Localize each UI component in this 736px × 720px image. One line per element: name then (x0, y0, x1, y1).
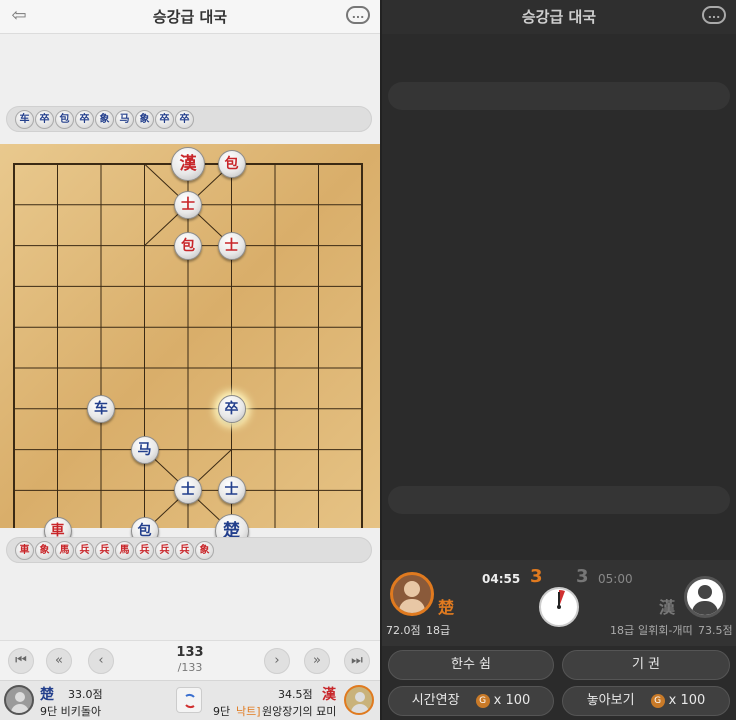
bottom-captured-piece: 兵 (175, 541, 194, 560)
player1-name: 9단 비키돌아 (40, 705, 102, 718)
top-captured-piece: 象 (135, 110, 154, 129)
player1-avatar[interactable] (4, 685, 34, 715)
time-extend-cost: x 100 (493, 693, 531, 708)
red-piece[interactable]: 士 (217, 231, 246, 260)
next-move-button[interactable]: › (264, 648, 290, 674)
move-current: 133 (176, 645, 204, 660)
pass-turn-button[interactable]: 한수 쉼 (388, 650, 554, 680)
left-panel: ⇦ 승강급 대국 ... 车卒包卒象马象卒卒 漢包士包士车卒马士士車包楚 車象馬… (0, 0, 380, 720)
player1-score: 33.0점 (68, 688, 103, 701)
place-try-cost: x 100 (668, 693, 706, 708)
player2-tag: 낙트] (236, 705, 261, 718)
fast-back-button[interactable]: « (46, 648, 72, 674)
last-move-button[interactable]: ⏭ (344, 648, 370, 674)
top-captured-piece: 卒 (35, 110, 54, 129)
blue-piece[interactable]: 卒 (217, 394, 246, 423)
time-extend-label: 시간연장 (411, 693, 460, 708)
bottom-captured-piece: 車 (15, 541, 34, 560)
top-captured-piece: 卒 (175, 110, 194, 129)
bottom-captured-piece: 兵 (75, 541, 94, 560)
blue-piece[interactable]: 士 (217, 476, 246, 505)
my-score: 72.0점 (386, 624, 421, 637)
pass-turn-label: 한수 쉼 (450, 657, 491, 672)
right-panel: 승강급 대국 ... 車馬象士士馬象車漢包包兵兵兵兵兵卒卒卒卒卒包包楚车马象士士… (382, 0, 736, 720)
red-piece[interactable]: 士 (174, 190, 202, 219)
coin-icon: G (650, 693, 665, 708)
timer-area: 楚 72.0점 18급 04:55 3 3 05:00 漢 18급 일휘회-개띠… (382, 560, 736, 646)
opp-time: 05:00 (598, 572, 633, 586)
my-avatar[interactable] (390, 572, 434, 616)
opp-rank: 18급 (610, 624, 635, 637)
top-bar: 승강급 대국 ... (382, 0, 736, 34)
player2-score: 34.5점 (278, 688, 313, 701)
player2-avatar[interactable] (344, 685, 374, 715)
top-captured-piece: 包 (55, 110, 74, 129)
page-title: 승강급 대국 (521, 8, 597, 26)
resign-label: 기 권 (631, 657, 661, 672)
top-captured-piece: 卒 (75, 110, 94, 129)
top-captured-piece: 象 (95, 110, 114, 129)
my-count: 3 (530, 566, 543, 587)
red-piece[interactable]: 包 (217, 150, 246, 178)
player2-name: 원앙장기의 묘미 (262, 705, 337, 718)
blue-piece[interactable]: 车 (87, 394, 115, 423)
my-time: 04:55 (482, 572, 521, 586)
time-extend-button[interactable]: 시간연장 Gx 100 (388, 686, 554, 716)
top-captured-piece: 卒 (155, 110, 174, 129)
move-navigation: ⏮ « ‹ 133 /133 › » ⏭ (0, 640, 380, 680)
bottom-captured-piece: 兵 (95, 541, 114, 560)
top-captured-piece: 车 (15, 110, 34, 129)
captured-pieces-bottom: 車象馬兵兵馬兵兵兵象 (6, 537, 372, 563)
top-captured-piece: 马 (115, 110, 134, 129)
opp-count: 3 (576, 566, 589, 587)
player-info-bar: 楚 33.0점 9단 비키돌아 34.5점 漢 9단 낙트] 원앙장기의 묘미 (0, 680, 380, 720)
bottom-captured-piece: 馬 (115, 541, 134, 560)
prev-move-button[interactable]: ‹ (88, 648, 114, 674)
bottom-captured-piece: 兵 (155, 541, 174, 560)
my-side-symbol: 楚 (438, 598, 455, 617)
place-try-button[interactable]: 놓아보기 Gx 100 (562, 686, 730, 716)
bottom-captured-piece: 象 (35, 541, 54, 560)
swap-icon[interactable] (176, 687, 202, 713)
red-piece[interactable]: 漢 (171, 147, 205, 181)
chat-icon[interactable]: ... (346, 6, 370, 24)
bottom-captured-piece: 象 (195, 541, 214, 560)
chat-icon[interactable]: ... (702, 6, 726, 24)
bottom-captured-piece: 馬 (55, 541, 74, 560)
opp-score: 73.5점 (698, 624, 733, 637)
captured-pieces-top: 车卒包卒象马象卒卒 (6, 106, 372, 132)
bottom-captured-piece: 兵 (135, 541, 154, 560)
first-move-button[interactable]: ⏮ (8, 648, 34, 674)
page-title: 승강급 대국 (152, 8, 228, 26)
player2-rank: 9단 (213, 705, 231, 718)
captured-pieces-top (388, 82, 730, 110)
fast-forward-button[interactable]: » (304, 648, 330, 674)
red-piece[interactable]: 包 (174, 231, 202, 260)
place-try-label: 놓아보기 (586, 693, 635, 708)
my-rank: 18급 (426, 624, 451, 637)
coin-icon: G (475, 693, 490, 708)
player2-side-symbol: 漢 (322, 687, 336, 703)
top-bar: ⇦ 승강급 대국 ... (0, 0, 380, 34)
captured-pieces-bottom (388, 486, 730, 514)
blue-piece[interactable]: 马 (130, 435, 159, 464)
game-board[interactable]: 漢包士包士车卒马士士車包楚 (0, 144, 380, 549)
clock-icon (538, 586, 580, 628)
move-total: /133 (177, 661, 203, 674)
resign-button[interactable]: 기 권 (562, 650, 730, 680)
player1-side-symbol: 楚 (40, 687, 54, 703)
opp-name: 일휘회-개띠 (638, 624, 693, 637)
opp-avatar[interactable] (684, 576, 726, 618)
opp-side-symbol: 漢 (659, 598, 676, 617)
